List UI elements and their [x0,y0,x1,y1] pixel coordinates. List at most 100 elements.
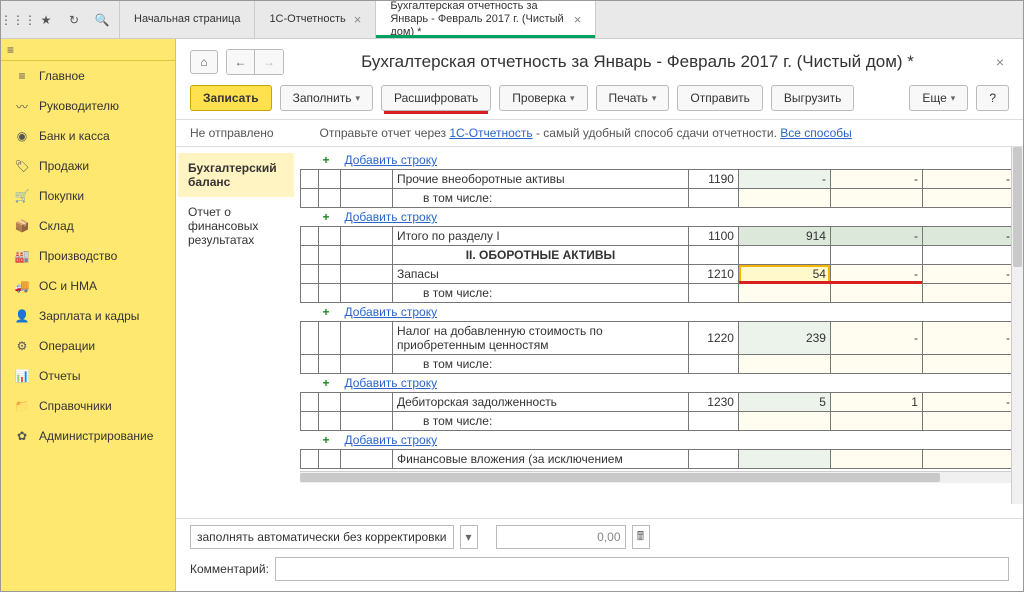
add-row-link[interactable]: Добавить строку [345,433,438,447]
decode-button[interactable]: Расшифровать [381,85,491,111]
fill-mode-select[interactable]: заполнять автоматически без корректировк… [190,525,454,549]
section-list: Бухгалтерский баланс Отчет о финансовых … [176,147,296,518]
cell-code[interactable]: 1220 [688,322,738,355]
save-button[interactable]: Записать [190,85,272,111]
sidebar-item-admin[interactable]: ✿Администрирование [1,421,175,451]
sidebar-item-assets[interactable]: 🚚ОС и НМА [1,271,175,301]
caret-icon: ▾ [652,93,657,104]
pulse-icon: 〰 [15,99,29,113]
tab-reporting[interactable]: 1С-Отчетность × [255,1,376,38]
cell-val1[interactable]: 239 [738,322,830,355]
more-button[interactable]: Еще▾ [909,85,968,111]
tab-label: Начальная страница [134,13,240,26]
sidebar-item-bank[interactable]: ◉Банк и касса [1,121,175,151]
cell-including: в том числе: [393,284,689,303]
send-button[interactable]: Отправить [677,85,763,111]
section-balance[interactable]: Бухгалтерский баланс [178,153,294,197]
add-row-link[interactable]: Добавить строку [345,153,438,167]
bank-icon: ◉ [15,129,29,143]
sidebar-item-operations[interactable]: ⚙Операции [1,331,175,361]
tab-document[interactable]: Бухгалтерская отчетность за Январь - Фев… [376,1,596,38]
toolbar: Записать Заполнить▾ Расшифровать Проверк… [176,81,1023,119]
comment-label: Комментарий: [190,562,269,576]
cell-val2[interactable]: - [830,227,922,246]
status-text: Отправьте отчет через 1С-Отчетность - са… [320,126,852,140]
tab-strip: Начальная страница 1С-Отчетность × Бухгал… [120,1,596,38]
cell-val2[interactable]: 1 [830,393,922,412]
fill-mode-caret[interactable]: ▾ [460,525,478,549]
nav-group: ← → [226,49,284,75]
check-button[interactable]: Проверка▾ [499,85,587,111]
history-icon[interactable]: ↻ [63,9,85,31]
vertical-scrollbar[interactable] [1011,147,1023,504]
sidebar-item-main[interactable]: ≡Главное [1,61,175,91]
tab-home[interactable]: Начальная страница [120,1,255,38]
tab-label: 1С-Отчетность [269,13,345,26]
add-row-link[interactable]: Добавить строку [345,376,438,390]
sidebar-toggle[interactable]: ≡ [1,39,175,61]
sidebar-item-production[interactable]: 🏭Производство [1,241,175,271]
help-button[interactable]: ? [976,85,1009,111]
sidebar-item-purchases[interactable]: 🛒Покупки [1,181,175,211]
tab-close-icon[interactable]: × [354,12,362,27]
close-button[interactable]: × [991,54,1009,70]
print-button[interactable]: Печать▾ [596,85,670,111]
home-button[interactable]: ⌂ [190,50,218,74]
home-icon: ≡ [15,69,29,83]
grid-area[interactable]: +Добавить строку Прочие внеоборотные акт… [296,147,1023,518]
plus-icon[interactable]: + [323,305,330,319]
top-bar: ⋮⋮⋮ ★ ↻ 🔍 Начальная страница 1С-Отчетнос… [1,1,1023,39]
section-results[interactable]: Отчет о финансовых результатах [178,197,294,255]
comment-input[interactable] [275,557,1009,581]
calc-button[interactable]: 🖩 [632,525,650,549]
cell-code[interactable]: 1190 [688,170,738,189]
top-icon-group: ⋮⋮⋮ ★ ↻ 🔍 [1,1,120,38]
cell-code[interactable]: 1100 [688,227,738,246]
box-icon: 📦 [15,219,29,233]
search-icon[interactable]: 🔍 [91,9,113,31]
plus-icon[interactable]: + [323,153,330,167]
cell-val1[interactable]: 914 [738,227,830,246]
sales-icon: 🏷 [15,159,29,173]
apps-icon[interactable]: ⋮⋮⋮ [7,9,29,31]
cell-val3[interactable]: - [922,393,1014,412]
sidebar-item-reports[interactable]: 📊Отчеты [1,361,175,391]
add-row-link[interactable]: Добавить строку [345,210,438,224]
sidebar-item-sales[interactable]: 🏷Продажи [1,151,175,181]
star-icon[interactable]: ★ [35,9,57,31]
plus-icon[interactable]: + [323,376,330,390]
sidebar-item-refs[interactable]: 📁Справочники [1,391,175,421]
export-button[interactable]: Выгрузить [771,85,855,111]
balance-grid: +Добавить строку Прочие внеоборотные акт… [300,151,1015,469]
ops-icon: ⚙ [15,339,29,353]
cell-code[interactable]: 1210 [688,265,738,284]
cell-val1-selected[interactable]: 54 [738,265,830,284]
cell-val3[interactable]: - [922,265,1014,284]
link-1c-reporting[interactable]: 1С-Отчетность [449,126,532,140]
cell-section1-total: Итого по разделу І [393,227,689,246]
link-all-methods[interactable]: Все способы [780,126,852,140]
cell-val3[interactable]: - [922,227,1014,246]
plus-icon[interactable]: + [323,433,330,447]
amount-input[interactable]: 0,00 [496,525,626,549]
fill-button[interactable]: Заполнить▾ [280,85,373,111]
sidebar-item-salary[interactable]: 👤Зарплата и кадры [1,301,175,331]
cell-code[interactable]: 1230 [688,393,738,412]
back-button[interactable]: ← [227,50,255,74]
cell-val1[interactable]: - [738,170,830,189]
horizontal-scrollbar[interactable] [300,471,1015,483]
page-title: Бухгалтерская отчетность за Январь - Фев… [292,52,983,72]
cell-val2[interactable]: - [830,170,922,189]
cell-val1[interactable]: 5 [738,393,830,412]
sidebar-item-warehouse[interactable]: 📦Склад [1,211,175,241]
cell-receivables: Дебиторская задолженность [393,393,689,412]
plus-icon[interactable]: + [323,210,330,224]
cell-val2[interactable]: - [830,322,922,355]
add-row-link[interactable]: Добавить строку [345,305,438,319]
cell-val3[interactable]: - [922,322,1014,355]
tab-close-icon[interactable]: × [574,12,582,27]
gear-icon: ✿ [15,429,29,443]
cell-val3[interactable]: - [922,170,1014,189]
sidebar-item-manager[interactable]: 〰Руководителю [1,91,175,121]
forward-button[interactable]: → [255,50,283,74]
